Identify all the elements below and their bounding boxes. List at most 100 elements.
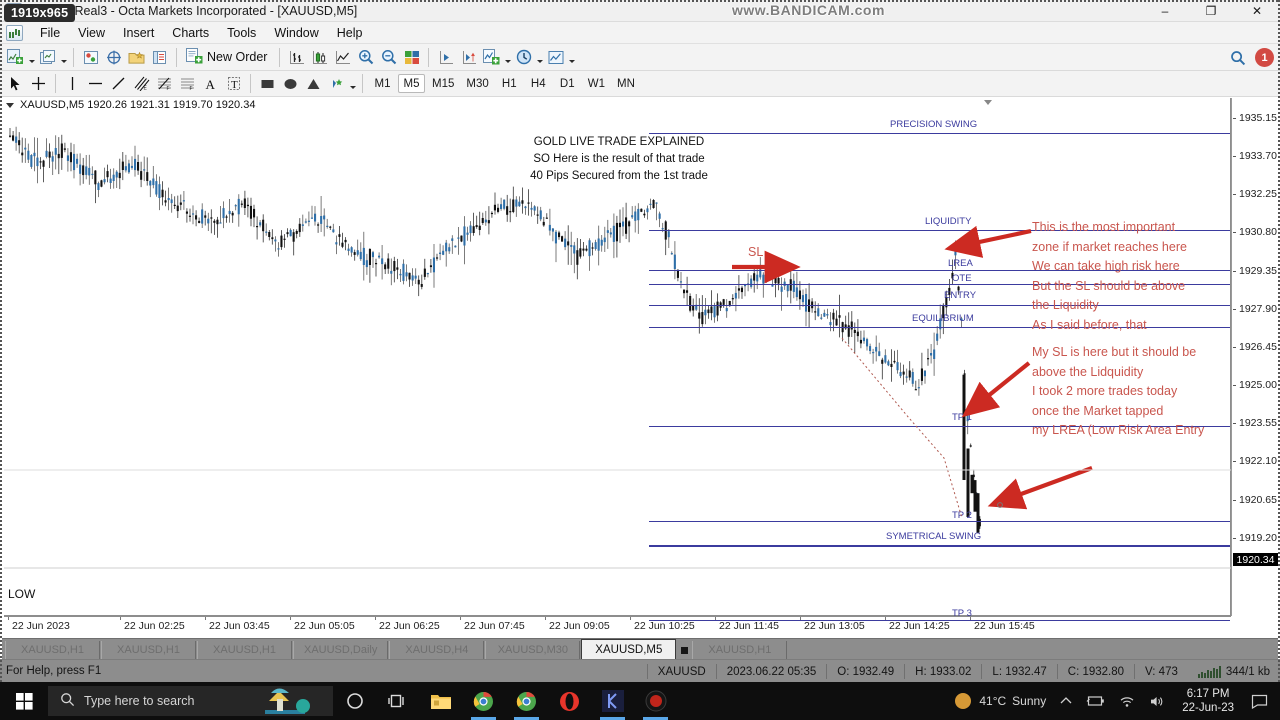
timeframe-mn[interactable]: MN (612, 74, 640, 93)
chart-tab[interactable]: XAUUSD,Daily (293, 641, 389, 659)
zoom-out-icon[interactable] (378, 47, 399, 68)
fibonacci-retracement-icon[interactable]: F (154, 73, 175, 94)
data-window-icon[interactable] (103, 47, 124, 68)
chart-tab[interactable]: XAUUSD,H4 (389, 641, 485, 659)
start-button[interactable] (0, 682, 48, 720)
level-label: EQUILIBRIUM (912, 313, 974, 324)
alerts-badge[interactable]: 1 (1255, 48, 1274, 67)
menu-item-view[interactable]: View (69, 24, 114, 42)
price-tick: 1925.00 (1232, 379, 1279, 391)
action-center-icon[interactable] (1244, 694, 1280, 709)
chart-tab[interactable]: XAUUSD,M30 (485, 641, 581, 659)
new-chart-icon[interactable] (5, 47, 26, 68)
menu-item-tools[interactable]: Tools (218, 24, 265, 42)
crosshair-icon[interactable] (28, 73, 49, 94)
vertical-line-icon[interactable] (62, 73, 83, 94)
timeframe-m1[interactable]: M1 (369, 74, 396, 93)
taskbar-search-input[interactable]: Type here to search (48, 686, 333, 716)
timeframe-m30[interactable]: M30 (461, 74, 493, 93)
level-label: SYMETRICAL SWING (886, 531, 982, 542)
templates-icon[interactable] (545, 47, 566, 68)
profiles-dropdown-icon[interactable] (59, 47, 68, 68)
task-view-icon[interactable] (376, 682, 419, 720)
selection-border-top (0, 0, 1280, 2)
arrows-dropdown-icon[interactable] (348, 73, 357, 94)
file-explorer-icon[interactable] (419, 682, 462, 720)
menu-item-insert[interactable]: Insert (114, 24, 163, 42)
chart-area[interactable]: XAUUSD,M5 1920.26 1921.31 1919.70 1920.3… (2, 98, 1278, 638)
chart-tab[interactable]: XAUUSD,H1 (5, 641, 100, 659)
chart-tab[interactable]: XAUUSD,H1 (101, 641, 196, 659)
price-scale[interactable]: 1935.15 1933.70 1932.25 1930.80 1929.35 1927.… (1231, 98, 1278, 616)
candlestick-chart-icon[interactable] (309, 47, 330, 68)
timeframe-w1[interactable]: W1 (583, 74, 610, 93)
indicators-dropdown-icon[interactable] (503, 47, 512, 68)
auto-scroll-icon[interactable] (435, 47, 456, 68)
wifi-icon[interactable] (1112, 695, 1142, 708)
chrome-icon[interactable] (505, 682, 548, 720)
timeframe-h1[interactable]: H1 (496, 74, 523, 93)
kite-icon[interactable] (591, 682, 634, 720)
chart-tab-active[interactable]: XAUUSD,M5 (581, 639, 677, 659)
menu-item-charts[interactable]: Charts (163, 24, 218, 42)
arrows-icon[interactable] (326, 73, 347, 94)
level-line[interactable] (649, 620, 1230, 621)
rectangle-icon[interactable] (257, 73, 278, 94)
close-button[interactable]: ✕ (1234, 0, 1280, 22)
navigator-icon[interactable] (126, 47, 147, 68)
svg-text:A: A (206, 77, 216, 91)
timeframe-m15[interactable]: M15 (427, 74, 459, 93)
opera-icon[interactable] (548, 682, 591, 720)
text-icon[interactable]: A (200, 73, 221, 94)
show-hidden-icons-button[interactable] (1053, 696, 1079, 706)
terminal-icon[interactable] (149, 47, 170, 68)
triangle-icon[interactable] (303, 73, 324, 94)
recorder-icon[interactable] (634, 682, 677, 720)
text-label-icon[interactable]: T (223, 73, 244, 94)
timeframe-h4[interactable]: H4 (525, 74, 552, 93)
market-watch-icon[interactable] (80, 47, 101, 68)
volume-icon[interactable] (1142, 695, 1172, 708)
clock-time: 6:17 PM (1186, 688, 1230, 700)
weather-widget[interactable]: 41°C Sunny (948, 693, 1053, 709)
chart-shift-icon[interactable] (458, 47, 479, 68)
maximize-button[interactable]: ❐ (1188, 0, 1234, 22)
line-chart-icon[interactable] (332, 47, 353, 68)
templates-dropdown-icon[interactable] (567, 47, 576, 68)
new-chart-dropdown-icon[interactable] (27, 47, 36, 68)
ellipse-icon[interactable] (280, 73, 301, 94)
indicators-icon[interactable] (481, 47, 502, 68)
bar-chart-icon[interactable] (286, 47, 307, 68)
level-line[interactable] (649, 545, 1230, 547)
grid-icon[interactable] (401, 47, 422, 68)
profiles-icon[interactable] (37, 47, 58, 68)
horizontal-line-icon[interactable] (85, 73, 106, 94)
cursor-icon[interactable] (5, 73, 26, 94)
taskbar-clock[interactable]: 6:17 PM 22-Jun-23 (1172, 687, 1244, 715)
periods-icon[interactable] (513, 47, 534, 68)
zoom-in-icon[interactable] (355, 47, 376, 68)
battery-icon[interactable] (1079, 695, 1112, 707)
menu-item-window[interactable]: Window (265, 24, 327, 42)
menu-item-help[interactable]: Help (328, 24, 372, 42)
chart-tab[interactable]: XAUUSD,H1 (692, 641, 788, 659)
new-order-button[interactable]: New Order (182, 47, 274, 68)
minimize-button[interactable]: – (1142, 0, 1188, 22)
equidistant-channel-icon[interactable]: E (131, 73, 152, 94)
chart-tab[interactable]: XAUUSD,H1 (197, 641, 292, 659)
timeframe-m5[interactable]: M5 (398, 74, 425, 93)
periods-dropdown-icon[interactable] (535, 47, 544, 68)
search-icon[interactable] (1227, 47, 1248, 68)
level-label: TP 1 (952, 412, 972, 423)
timeframe-d1[interactable]: D1 (554, 74, 581, 93)
menu-item-file[interactable]: File (31, 24, 69, 42)
time-scale[interactable]: 22 Jun 2023 22 Jun 02:25 22 Jun 03:45 22 Ju… (4, 616, 1231, 636)
cortana-icon[interactable] (333, 682, 376, 720)
level-line[interactable] (649, 133, 1230, 134)
trendline-icon[interactable] (108, 73, 129, 94)
fibonacci-channel-icon[interactable]: F (177, 73, 198, 94)
chrome-beta-icon[interactable] (462, 682, 505, 720)
chart-plot[interactable]: PRECISION SWING LIQUIDITY LREA OTE ENTRY EQUI… (4, 98, 1231, 621)
level-line[interactable] (649, 521, 1230, 522)
chart-collapse-icon[interactable] (6, 102, 14, 108)
